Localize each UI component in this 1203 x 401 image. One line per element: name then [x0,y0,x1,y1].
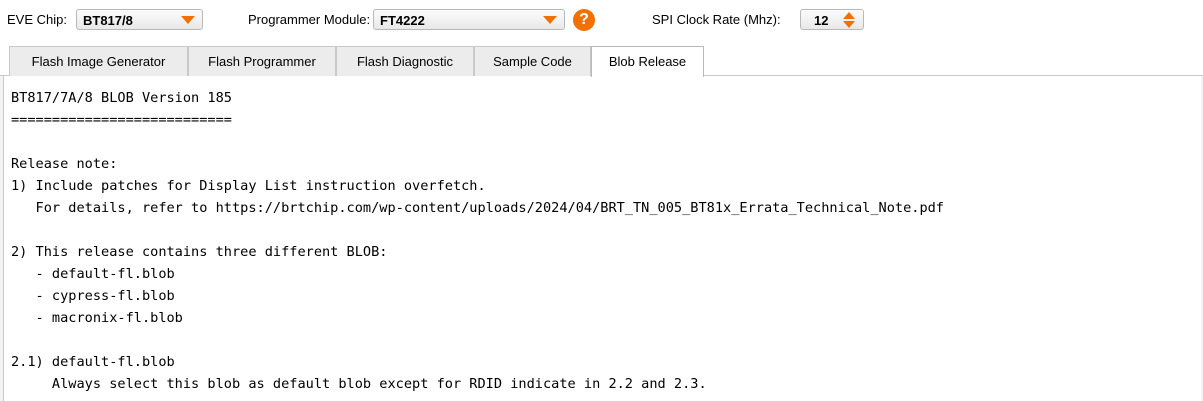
spin-down-icon[interactable] [843,21,855,28]
spi-clock-label: SPI Clock Rate (Mhz): [652,12,781,27]
release-note-line: 2.1) default-fl.blob [11,354,175,370]
spi-clock-value: 12 [814,13,829,28]
programmer-module-value: FT4222 [380,13,425,28]
release-note-line: For details, refer to https://brtchip.co… [11,200,944,216]
release-note-line: =========================== [11,112,232,128]
release-note-line: 2) This release contains three different… [11,244,388,260]
tab-bar: Flash Image Generator Flash Programmer F… [0,40,1203,77]
chevron-down-icon [543,16,557,24]
tab-flash-image-generator[interactable]: Flash Image Generator [9,46,188,76]
spi-clock-spinner[interactable]: 12 [800,9,864,30]
chevron-down-icon [181,16,195,24]
tab-flash-diagnostic[interactable]: Flash Diagnostic [336,46,474,76]
tab-blob-release[interactable]: Blob Release [591,46,704,77]
toolbar: EVE Chip: BT817/8 Programmer Module: FT4… [0,0,1203,40]
spin-up-icon[interactable] [843,12,855,19]
eve-chip-label: EVE Chip: [7,12,67,27]
blob-release-window: EVE Chip: BT817/8 Programmer Module: FT4… [0,0,1203,401]
eve-chip-select[interactable]: BT817/8 [76,9,203,30]
release-note-line: BT817/7A/8 BLOB Version 185 [11,90,232,106]
release-note-line: - default-fl.blob [11,266,175,282]
tab-flash-programmer[interactable]: Flash Programmer [188,46,336,76]
release-note-line: - cypress-fl.blob [11,288,175,304]
release-note-line: - macronix-fl.blob [11,310,183,326]
help-icon[interactable]: ? [573,9,595,31]
tab-sample-code[interactable]: Sample Code [474,46,591,76]
programmer-module-label: Programmer Module: [248,12,371,27]
eve-chip-value: BT817/8 [83,13,133,28]
release-note-line: 1) Include patches for Display List inst… [11,178,486,194]
release-note-line: Always select this blob as default blob … [11,376,707,392]
programmer-module-select[interactable]: FT4222 [373,9,565,30]
release-note-line: Release note: [11,156,118,172]
release-notes-text-area[interactable]: BT817/7A/8 BLOB Version 185 ============… [3,76,1201,401]
